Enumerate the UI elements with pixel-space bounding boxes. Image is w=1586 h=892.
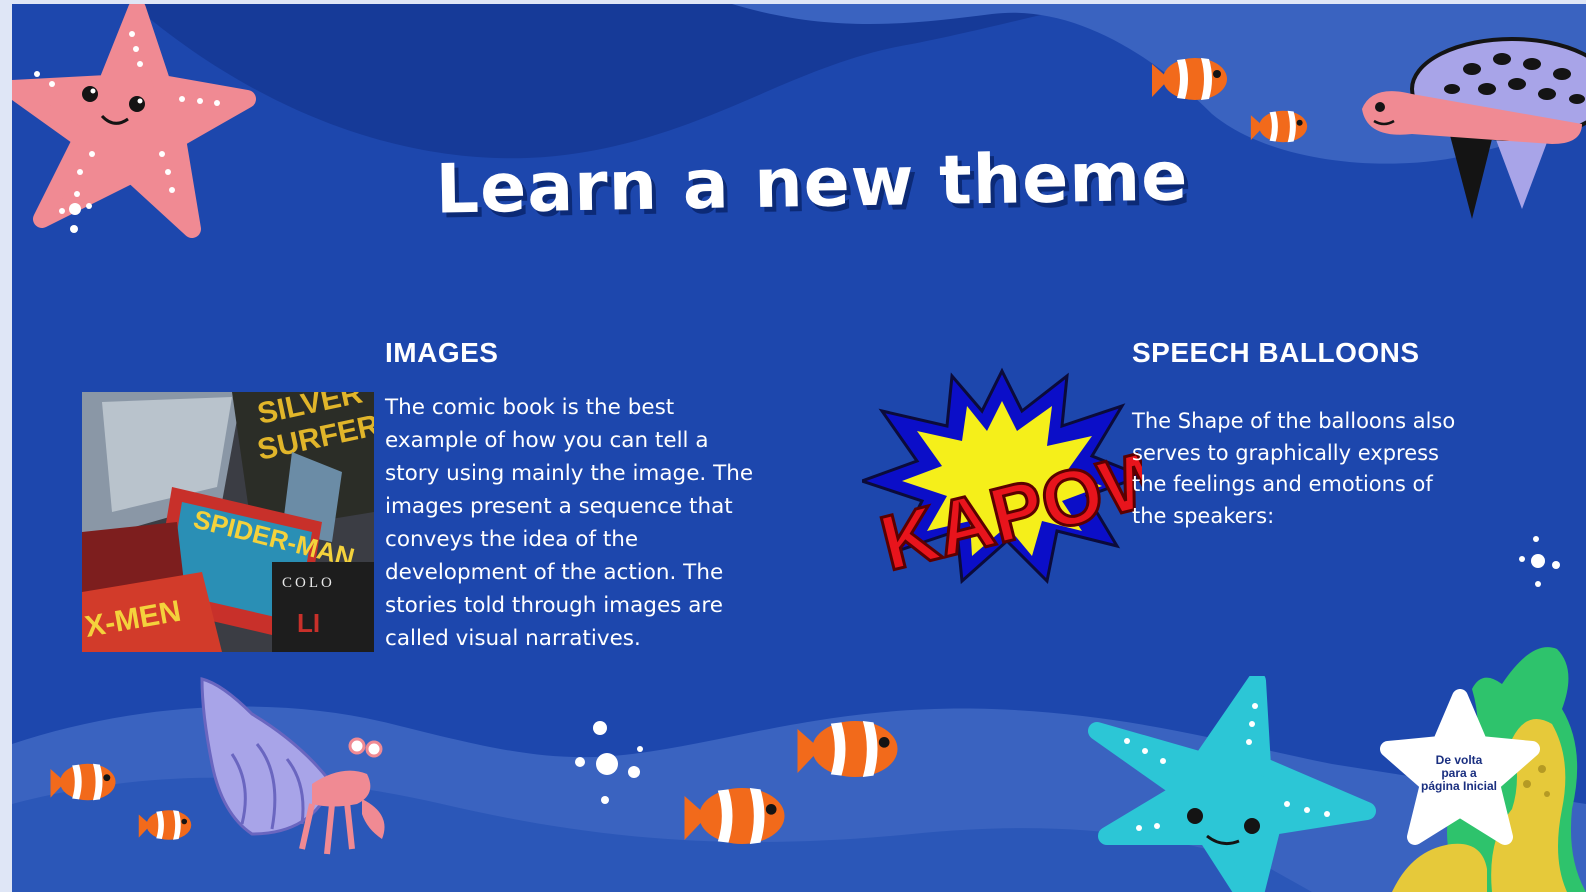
- pink-starfish-icon: [12, 4, 256, 238]
- page-title: Learn a new theme: [435, 137, 1189, 230]
- cyan-starfish-icon: [1088, 676, 1376, 892]
- hermit-crab-icon: [200, 677, 385, 855]
- bubbles-icon: [1519, 536, 1560, 587]
- text-line: serves to graphically express: [1132, 440, 1439, 465]
- speech-balloons-heading: SPEECH BALLOONS: [1132, 337, 1420, 368]
- svg-text:LI: LI: [297, 608, 320, 638]
- text-line: The Shape of the balloons also: [1132, 409, 1456, 433]
- bubbles-icon: [59, 191, 92, 233]
- clownfish-icon: [138, 810, 192, 840]
- home-label-line: página Inicial: [1420, 779, 1498, 793]
- kapow-burst-icon: KAPOW!: [862, 367, 1142, 586]
- clownfish-icon: [1250, 110, 1308, 143]
- home-button-label[interactable]: De volta para a página Inicial: [1404, 754, 1514, 793]
- text-line: development of the action. The: [385, 560, 724, 585]
- slide: Learn a new theme IMAGES SPEECH BALLOONS…: [12, 4, 1586, 892]
- bubbles-icon: [575, 721, 643, 804]
- images-description: The comic book is the best example of ho…: [385, 391, 785, 655]
- text-line: The comic book is the best: [385, 395, 675, 420]
- text-line: story using mainly the image. The: [385, 461, 754, 486]
- text-line: conveys the idea of the: [385, 527, 639, 552]
- clownfish-icon: [684, 788, 785, 844]
- svg-text:COLO: COLO: [282, 575, 335, 591]
- text-line: example of how you can tell a: [385, 428, 709, 453]
- clownfish-icon: [1152, 58, 1227, 100]
- text-line: stories told through images are: [385, 593, 723, 618]
- turtle-icon: [1362, 37, 1586, 219]
- text-line: images present a sequence that: [385, 494, 733, 519]
- clownfish-icon: [797, 721, 898, 777]
- comic-books-photo: SILVER SURFER SPIDER-MAN X-MEN COLO LI: [82, 392, 374, 652]
- speech-balloons-description: The Shape of the balloons also serves to…: [1132, 406, 1492, 532]
- clownfish-icon: [50, 763, 116, 801]
- text-line: the feelings and emotions of: [1132, 472, 1433, 496]
- text-line: called visual narratives.: [385, 626, 641, 651]
- images-heading: IMAGES: [385, 337, 499, 368]
- text-line: the speakers:: [1132, 503, 1275, 528]
